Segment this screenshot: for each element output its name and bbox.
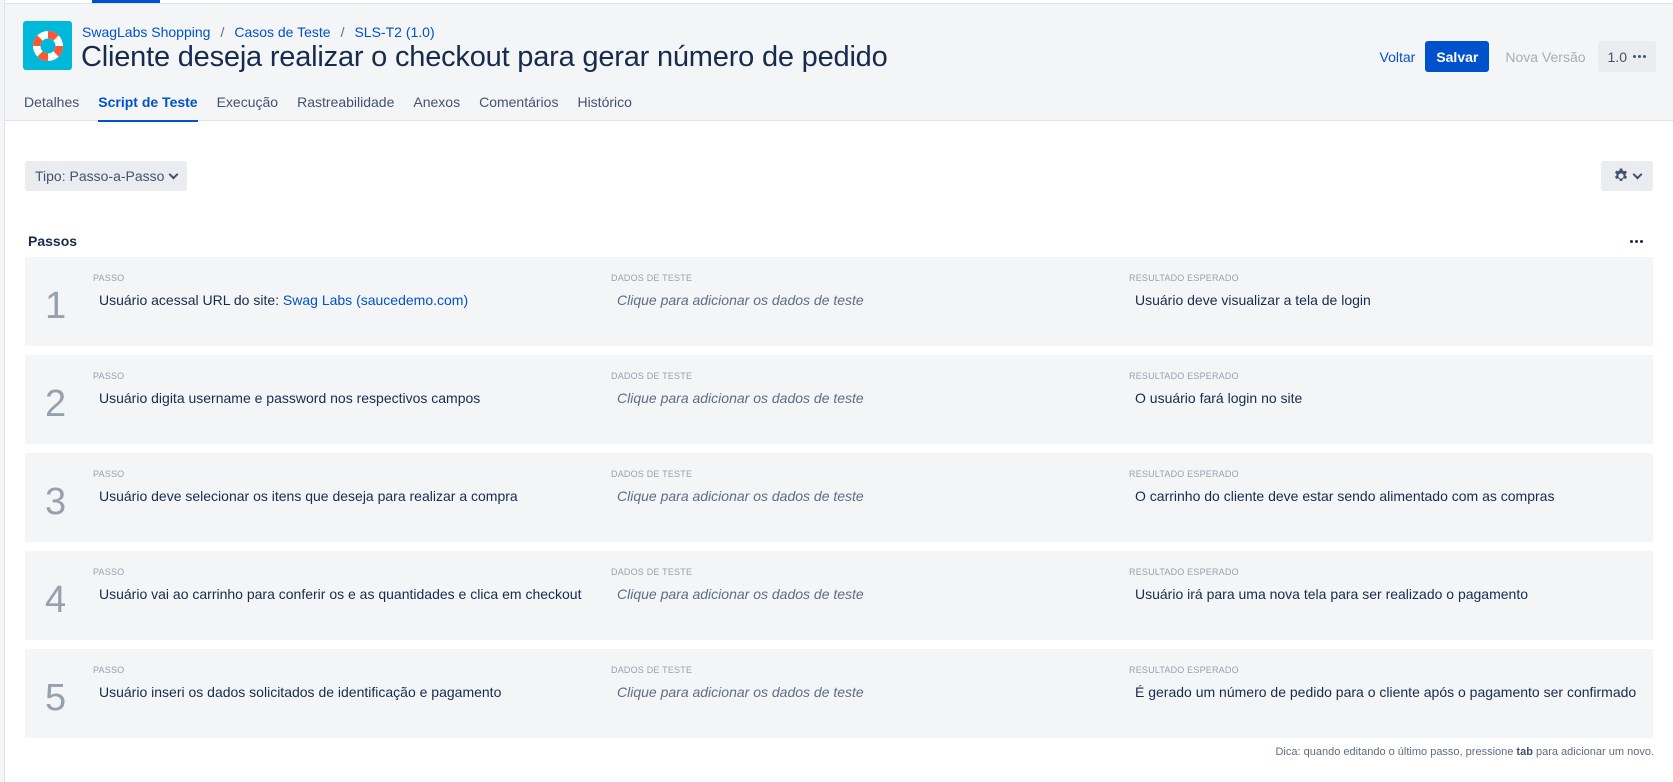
test-data-column[interactable]: DADOS DE TESTE Clique para adicionar os … bbox=[611, 567, 864, 602]
expected-result-column-label: RESULTADO ESPERADO bbox=[1129, 273, 1239, 283]
step-column-label: PASSO bbox=[93, 567, 125, 577]
breadcrumb-section-link[interactable]: Casos de Teste bbox=[234, 24, 330, 40]
expected-result-column-label: RESULTADO ESPERADO bbox=[1129, 469, 1239, 479]
step-column[interactable]: PASSO Usuário deve selecionar os itens q… bbox=[93, 469, 518, 504]
test-data-column[interactable]: DADOS DE TESTE Clique para adicionar os … bbox=[611, 665, 864, 700]
step-number: 3 bbox=[45, 481, 67, 523]
header-actions: Voltar Salvar Nova Versão 1.0 bbox=[1372, 41, 1656, 72]
expected-result-column-label: RESULTADO ESPERADO bbox=[1129, 665, 1239, 675]
expected-result-column[interactable]: RESULTADO ESPERADO É gerado um número de… bbox=[1129, 665, 1636, 700]
test-data-column-label: DADOS DE TESTE bbox=[611, 273, 693, 283]
lifebuoy-icon[interactable] bbox=[23, 21, 72, 70]
test-data-column-label: DADOS DE TESTE bbox=[611, 567, 693, 577]
tab-attachments[interactable]: Anexos bbox=[413, 86, 460, 121]
more-horizontal-icon bbox=[1630, 239, 1643, 243]
step-description-text: Usuário acessal URL do site: bbox=[99, 292, 283, 308]
expected-result-text[interactable]: É gerado um número de pedido para o clie… bbox=[1129, 684, 1636, 700]
step-number: 2 bbox=[45, 383, 67, 425]
tip-text-before: Dica: quando editando o último passo, pr… bbox=[1275, 746, 1517, 758]
breadcrumb-separator: / bbox=[220, 24, 225, 40]
expected-result-text[interactable]: Usuário deve visualizar a tela de login bbox=[1129, 292, 1371, 308]
expected-result-column[interactable]: RESULTADO ESPERADO Usuário deve visualiz… bbox=[1129, 273, 1371, 308]
step-column[interactable]: PASSO Usuário digita username e password… bbox=[93, 371, 480, 406]
test-data-placeholder[interactable]: Clique para adicionar os dados de teste bbox=[611, 586, 864, 602]
steps-more-button[interactable] bbox=[1630, 233, 1643, 249]
expected-result-text[interactable]: Usuário irá para uma nova tela para ser … bbox=[1129, 586, 1528, 602]
steps-section-title: Passos bbox=[28, 233, 78, 249]
step-description[interactable]: Usuário inseri os dados solicitados de i… bbox=[93, 684, 501, 700]
breadcrumb-separator: / bbox=[340, 24, 345, 40]
tab-execution[interactable]: Execução bbox=[217, 86, 278, 121]
expected-result-column[interactable]: RESULTADO ESPERADO O usuário fará login … bbox=[1129, 371, 1302, 406]
step-row[interactable]: 2 PASSO Usuário digita username e passwo… bbox=[25, 355, 1653, 444]
expected-result-column-label: RESULTADO ESPERADO bbox=[1129, 371, 1239, 381]
tip-text-after: para adicionar um novo. bbox=[1532, 746, 1654, 758]
step-description[interactable]: Usuário digita username e password nos r… bbox=[93, 390, 480, 406]
step-column-label: PASSO bbox=[93, 469, 125, 479]
step-number: 1 bbox=[45, 285, 67, 327]
breadcrumb-item-link[interactable]: SLS-T2 (1.0) bbox=[354, 24, 434, 40]
breadcrumb-project-link[interactable]: SwagLabs Shopping bbox=[82, 24, 210, 40]
test-data-placeholder[interactable]: Clique para adicionar os dados de teste bbox=[611, 684, 864, 700]
step-row[interactable]: 5 PASSO Usuário inseri os dados solicita… bbox=[25, 649, 1653, 738]
version-menu-button[interactable]: 1.0 bbox=[1597, 41, 1656, 72]
back-button[interactable]: Voltar bbox=[1372, 49, 1424, 65]
test-data-column-label: DADOS DE TESTE bbox=[611, 469, 693, 479]
step-row[interactable]: 4 PASSO Usuário vai ao carrinho para con… bbox=[25, 551, 1653, 640]
tab-comments[interactable]: Comentários bbox=[479, 86, 558, 121]
script-type-select[interactable]: Tipo: Passo-a-Passo bbox=[25, 161, 188, 191]
test-data-placeholder[interactable]: Clique para adicionar os dados de teste bbox=[611, 292, 864, 308]
step-column-label: PASSO bbox=[93, 371, 125, 381]
more-horizontal-icon bbox=[1633, 55, 1646, 58]
test-data-column[interactable]: DADOS DE TESTE Clique para adicionar os … bbox=[611, 371, 864, 406]
tab-history[interactable]: Histórico bbox=[577, 86, 631, 121]
step-column-label: PASSO bbox=[93, 665, 125, 675]
steps-list: 1 PASSO Usuário acessal URL do site: Swa… bbox=[25, 257, 1653, 747]
version-label: 1.0 bbox=[1607, 48, 1627, 65]
step-description[interactable]: Usuário vai ao carrinho para conferir os… bbox=[93, 586, 581, 602]
test-data-column[interactable]: DADOS DE TESTE Clique para adicionar os … bbox=[611, 469, 864, 504]
tip-key: tab bbox=[1516, 746, 1533, 758]
step-row[interactable]: 1 PASSO Usuário acessal URL do site: Swa… bbox=[25, 257, 1653, 346]
test-data-column[interactable]: DADOS DE TESTE Clique para adicionar os … bbox=[611, 273, 864, 308]
expected-result-column[interactable]: RESULTADO ESPERADO Usuário irá para uma … bbox=[1129, 567, 1528, 602]
chevron-down-icon bbox=[1632, 169, 1643, 179]
step-description[interactable]: Usuário acessal URL do site: Swag Labs (… bbox=[93, 292, 468, 308]
step-column[interactable]: PASSO Usuário acessal URL do site: Swag … bbox=[93, 273, 468, 308]
expected-result-text[interactable]: O usuário fará login no site bbox=[1129, 390, 1302, 406]
tab-test-script[interactable]: Script de Teste bbox=[98, 86, 198, 122]
page-title: Cliente deseja realizar o checkout para … bbox=[81, 41, 888, 73]
test-data-placeholder[interactable]: Clique para adicionar os dados de teste bbox=[611, 390, 864, 406]
test-data-placeholder[interactable]: Clique para adicionar os dados de teste bbox=[611, 488, 864, 504]
chevron-down-icon bbox=[168, 169, 179, 179]
gear-icon bbox=[1615, 168, 1627, 182]
step-number: 4 bbox=[45, 579, 67, 621]
tab-traceability[interactable]: Rastreabilidade bbox=[297, 86, 394, 121]
expected-result-text[interactable]: O carrinho do cliente deve estar sendo a… bbox=[1129, 488, 1554, 504]
step-column-label: PASSO bbox=[93, 273, 125, 283]
expected-result-column[interactable]: RESULTADO ESPERADO O carrinho do cliente… bbox=[1129, 469, 1554, 504]
step-site-link[interactable]: Swag Labs (saucedemo.com) bbox=[283, 292, 468, 308]
step-number: 5 bbox=[45, 677, 67, 719]
tab-details[interactable]: Detalhes bbox=[24, 86, 79, 121]
add-step-tip: Dica: quando editando o último passo, pr… bbox=[1275, 746, 1654, 758]
test-data-column-label: DADOS DE TESTE bbox=[611, 371, 693, 381]
tab-bar: Detalhes Script de Teste Execução Rastre… bbox=[24, 86, 651, 122]
settings-menu-button[interactable] bbox=[1601, 161, 1653, 191]
step-row[interactable]: 3 PASSO Usuário deve selecionar os itens… bbox=[25, 453, 1653, 542]
breadcrumb: SwagLabs Shopping / Casos de Teste / SLS… bbox=[82, 24, 435, 40]
step-column[interactable]: PASSO Usuário vai ao carrinho para confe… bbox=[93, 567, 581, 602]
expected-result-column-label: RESULTADO ESPERADO bbox=[1129, 567, 1239, 577]
new-version-button[interactable]: Nova Versão bbox=[1489, 49, 1597, 65]
step-column[interactable]: PASSO Usuário inseri os dados solicitado… bbox=[93, 665, 501, 700]
save-button[interactable]: Salvar bbox=[1425, 41, 1490, 72]
step-description[interactable]: Usuário deve selecionar os itens que des… bbox=[93, 488, 518, 504]
test-data-column-label: DADOS DE TESTE bbox=[611, 665, 693, 675]
script-type-label: Tipo: Passo-a-Passo bbox=[35, 168, 165, 184]
